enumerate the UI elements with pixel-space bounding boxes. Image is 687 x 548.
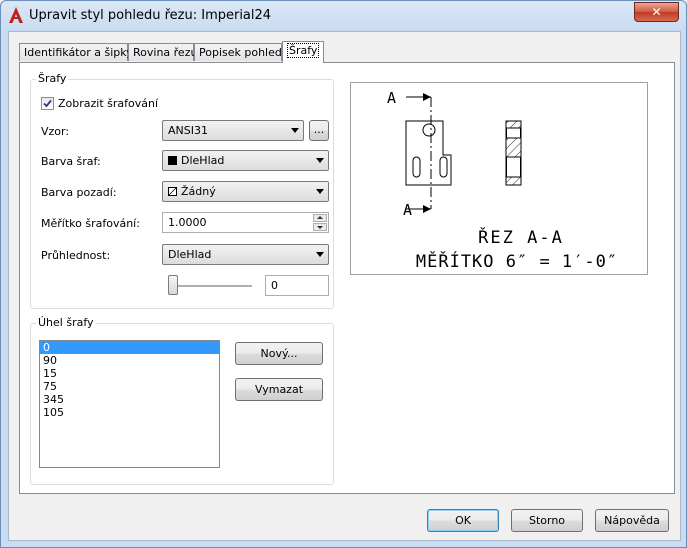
dialog-window: Upravit styl pohledu řezu: Imperial24 ✕ … (0, 0, 687, 548)
chevron-down-icon (316, 252, 324, 257)
tab-section-plane[interactable]: Rovina řezu (128, 43, 198, 61)
spin-up-icon (317, 216, 323, 219)
tab-label: Rovina řezu (133, 46, 198, 59)
hatch-color-value: DleHlad (181, 154, 225, 167)
preview-label-top: A (387, 89, 396, 107)
show-hatch-checkbox[interactable] (41, 97, 54, 110)
pattern-browse-button[interactable]: ... (309, 120, 329, 141)
list-item[interactable]: 75 (40, 380, 219, 393)
hatch-preview: A A ŘEZ A-A MĚŘÍTKO 6″ = 1′-0″ (350, 82, 648, 275)
hatch-color-dropdown[interactable]: DleHlad (162, 150, 329, 171)
angle-listbox[interactable]: 0 90 15 75 345 105 (39, 340, 220, 468)
list-item[interactable]: 90 (40, 354, 219, 367)
tab-label: Popisek pohledu (199, 46, 289, 59)
color-swatch-icon (168, 156, 177, 165)
tab-label: Identifikátor a šipky (24, 46, 133, 59)
autocad-logo-icon (9, 7, 23, 23)
transparency-dropdown[interactable]: DleHlad (162, 244, 329, 265)
pattern-dropdown[interactable]: ANSI31 (162, 120, 304, 141)
no-color-swatch-icon (168, 187, 177, 196)
dialog-body: Identifikátor a šipky Rovina řezu Popise… (8, 31, 681, 541)
pattern-label: Vzor: (41, 125, 70, 138)
slider-thumb[interactable] (168, 275, 178, 295)
preview-label-bottom: A (403, 201, 412, 219)
hatch-color-value-wrap: DleHlad (168, 154, 224, 167)
hatch-scale-stepper[interactable]: 1.0000 (162, 212, 329, 233)
chevron-down-icon (316, 158, 324, 163)
pattern-value: ANSI31 (168, 124, 208, 137)
list-item[interactable]: 105 (40, 406, 219, 419)
chevron-down-icon (316, 189, 324, 194)
spin-down-button[interactable] (313, 223, 327, 231)
tab-hatch[interactable]: Šrafy (282, 41, 324, 63)
chevron-down-icon (291, 128, 299, 133)
preview-caption-title: ŘEZ A-A (478, 226, 564, 248)
transparency-input-value: 0 (271, 279, 278, 292)
hatch-tab-panel: Šrafy Zobrazit šrafování Vzor: ANSI31 ..… (19, 62, 675, 494)
tab-identifier-arrows[interactable]: Identifikátor a šipky (19, 43, 133, 61)
cancel-button[interactable]: Storno (511, 509, 583, 532)
spin-up-button[interactable] (313, 214, 327, 222)
background-color-dropdown[interactable]: Žádný (162, 181, 329, 202)
background-color-label: Barva pozadí: (41, 186, 117, 199)
new-angle-button[interactable]: Nový... (235, 342, 323, 365)
tab-view-label[interactable]: Popisek pohledu (194, 43, 289, 61)
transparency-label: Průhlednost: (41, 249, 111, 262)
hatch-color-label: Barva šraf: (41, 155, 101, 168)
close-button[interactable]: ✕ (634, 2, 679, 22)
list-item[interactable]: 15 (40, 367, 219, 380)
hatch-scale-value: 1.0000 (168, 216, 207, 229)
transparency-slider[interactable] (168, 275, 252, 297)
background-color-value: Žádný (181, 185, 216, 198)
help-button[interactable]: Nápověda (595, 509, 669, 532)
title-bar: Upravit styl pohledu řezu: Imperial24 ✕ (1, 1, 686, 31)
window-title: Upravit styl pohledu řezu: Imperial24 (29, 8, 272, 23)
list-item[interactable]: 0 (40, 341, 219, 354)
background-color-value-wrap: Žádný (168, 185, 216, 198)
ok-button[interactable]: OK (427, 509, 499, 532)
list-item[interactable]: 345 (40, 393, 219, 406)
transparency-input[interactable]: 0 (265, 275, 329, 296)
hatch-scale-label: Měřítko šrafování: (41, 217, 140, 230)
slider-track (168, 285, 252, 288)
angle-group-title: Úhel šrafy (36, 316, 96, 329)
hatch-group-title: Šrafy (36, 72, 69, 85)
show-hatch-label: Zobrazit šrafování (58, 97, 159, 110)
section-preview-drawing: A A ŘEZ A-A MĚŘÍTKO 6″ = 1′-0″ (387, 89, 618, 272)
spin-down-icon (317, 226, 323, 229)
checkmark-icon (43, 99, 52, 108)
delete-angle-button[interactable]: Vymazat (235, 378, 323, 401)
transparency-value: DleHlad (168, 248, 212, 261)
preview-caption-scale: MĚŘÍTKO 6″ = 1′-0″ (416, 250, 618, 272)
tab-label: Šrafy (287, 43, 320, 58)
